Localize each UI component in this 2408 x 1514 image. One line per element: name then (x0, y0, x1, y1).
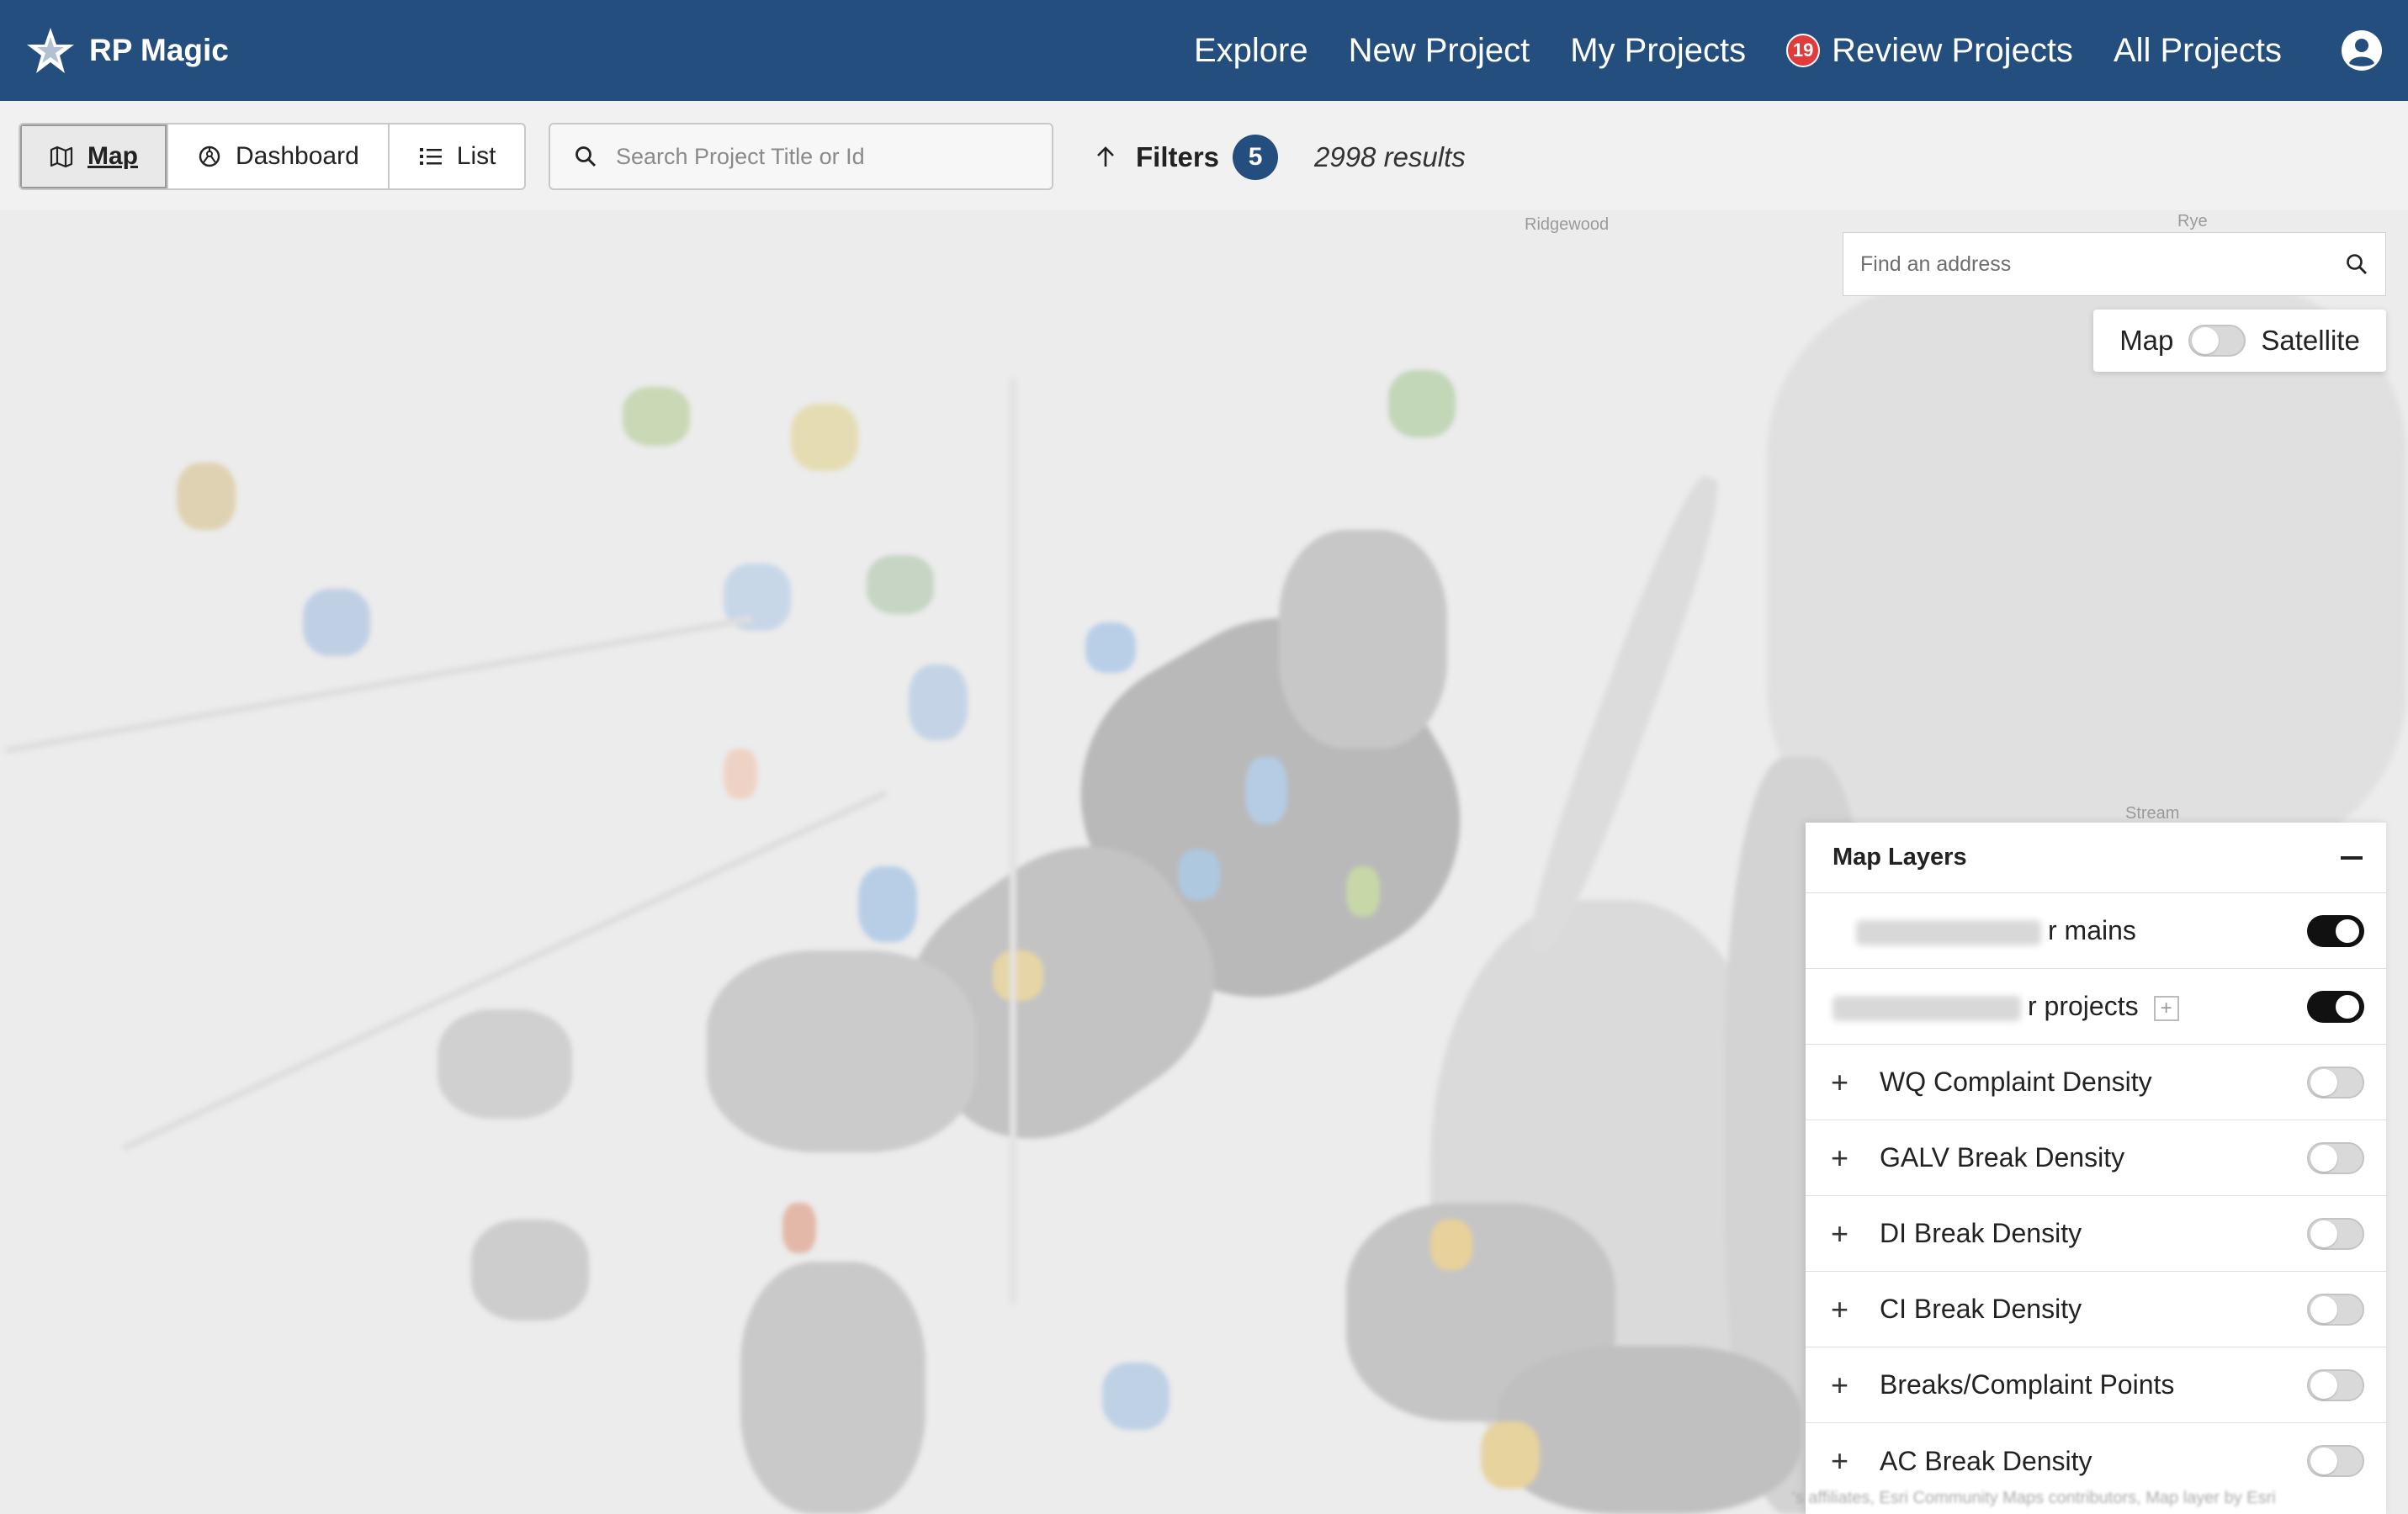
expand-plus-icon[interactable]: + (1831, 1141, 1864, 1176)
nav-my-projects-label: My Projects (1570, 31, 1747, 69)
dashboard-icon (199, 146, 220, 167)
switch-knob (2310, 1069, 2337, 1096)
view-toggle-group: Map Dashboard List (19, 123, 527, 190)
address-search-input[interactable] (1860, 251, 2345, 277)
map-view-label: Map (88, 142, 138, 170)
collapse-minus-icon[interactable] (2341, 855, 2363, 860)
layer-row: r mains (1806, 893, 2386, 969)
nav-review-projects[interactable]: 19 Review Projects (1786, 32, 2073, 70)
layer-row: + AC Break Density (1806, 1423, 2386, 1499)
switch-knob (2310, 1372, 2337, 1399)
switch-knob (2334, 993, 2361, 1020)
list-view-label: List (456, 142, 496, 170)
nav-my-projects[interactable]: My Projects (1570, 32, 1746, 70)
map-layers-panel: Map Layers r mains r projects + + WQ Comp… (1806, 823, 2386, 1514)
switch-knob (2310, 1448, 2337, 1474)
switch-knob (2310, 1220, 2337, 1247)
list-icon (419, 148, 442, 165)
nav-new-project[interactable]: New Project (1349, 32, 1530, 70)
project-search (549, 123, 1053, 190)
address-search (1843, 232, 2386, 296)
expand-plus-icon[interactable]: + (1831, 1292, 1864, 1327)
map-view-button[interactable]: Map (20, 124, 168, 188)
map-view[interactable]: Ridgewood Rye Stream Map Satellite Map L… (0, 210, 2408, 1514)
layer-row: + WQ Complaint Density (1806, 1045, 2386, 1120)
layer-row: + GALV Break Density (1806, 1120, 2386, 1196)
layer-toggle[interactable] (2307, 991, 2364, 1023)
nav-all-projects-label: All Projects (2113, 31, 2282, 69)
user-circle-icon[interactable] (2341, 29, 2383, 71)
switch-knob (2334, 918, 2361, 945)
map-layers-header: Map Layers (1806, 823, 2386, 893)
map-place-label: Stream (2125, 804, 2180, 823)
filters-count-badge: 5 (1233, 135, 1279, 180)
satellite-switch[interactable] (2188, 325, 2246, 357)
layer-toggle[interactable] (2307, 1369, 2364, 1401)
search-icon (575, 146, 597, 167)
expand-plus-icon[interactable]: + (1831, 1368, 1864, 1403)
redacted-text (1856, 919, 2041, 945)
results-count: 2998 results (1314, 141, 1466, 172)
switch-knob (2310, 1296, 2337, 1323)
nav-links: Explore New Project My Projects 19 Revie… (1154, 0, 2282, 101)
arrow-up-icon (1097, 146, 1114, 167)
top-navbar: RP Magic Explore New Project My Projects… (0, 0, 2408, 101)
layer-label: r projects (2028, 991, 2139, 1021)
layer-toggle[interactable] (2307, 1445, 2364, 1477)
basemap-satellite-label: Satellite (2261, 325, 2360, 356)
expand-plus-icon[interactable]: + (1831, 1443, 1864, 1479)
map-layers-title: Map Layers (1833, 844, 1967, 871)
toolbar: Map Dashboard List Filters 5 2998 result… (0, 101, 2408, 210)
map-place-label: Ridgewood (1525, 215, 1610, 234)
basemap-map-label: Map (2119, 325, 2174, 356)
layer-row: + Breaks/Complaint Points (1806, 1347, 2386, 1423)
layer-toggle[interactable] (2307, 915, 2364, 947)
dashboard-view-button[interactable]: Dashboard (168, 124, 390, 188)
layer-label: r mains (2048, 915, 2136, 945)
map-attribution: 's affiliates, Esri Community Maps contr… (1792, 1489, 2276, 1507)
expand-plus-icon[interactable]: + (1831, 1216, 1864, 1252)
layer-toggle[interactable] (2307, 1067, 2364, 1098)
switch-knob (2192, 327, 2220, 354)
redacted-text (1833, 995, 2021, 1021)
basemap-toggle: Map Satellite (2093, 310, 2386, 372)
list-view-button[interactable]: List (390, 124, 525, 188)
layer-row: r projects + (1806, 969, 2386, 1045)
nav-explore[interactable]: Explore (1194, 32, 1308, 70)
search-icon[interactable] (2345, 252, 2368, 276)
filters-button[interactable]: Filters 5 (1094, 135, 1279, 180)
nav-review-projects-label: Review Projects (1832, 31, 2073, 69)
layer-row: + DI Break Density (1806, 1196, 2386, 1272)
map-place-label: Rye (2177, 212, 2208, 230)
layer-toggle[interactable] (2307, 1218, 2364, 1250)
nav-all-projects[interactable]: All Projects (2114, 32, 2282, 70)
layer-toggle[interactable] (2307, 1294, 2364, 1326)
brand[interactable]: RP Magic (25, 25, 229, 76)
nav-explore-label: Explore (1193, 31, 1308, 69)
map-icon (50, 146, 73, 168)
project-search-input[interactable] (616, 143, 1020, 170)
expand-plus-icon[interactable]: + (1831, 1065, 1864, 1100)
switch-knob (2310, 1145, 2337, 1172)
layer-name: r projects + (1833, 991, 2386, 1022)
layer-toggle[interactable] (2307, 1142, 2364, 1174)
add-square-icon[interactable]: + (2153, 995, 2179, 1021)
brand-name: RP Magic (89, 33, 229, 67)
nav-new-project-label: New Project (1348, 31, 1530, 69)
dashboard-view-label: Dashboard (236, 142, 359, 170)
review-count-badge: 19 (1786, 34, 1821, 67)
filters-label: Filters (1136, 141, 1220, 172)
layer-row: + CI Break Density (1806, 1272, 2386, 1347)
star-logo-icon (27, 28, 74, 73)
